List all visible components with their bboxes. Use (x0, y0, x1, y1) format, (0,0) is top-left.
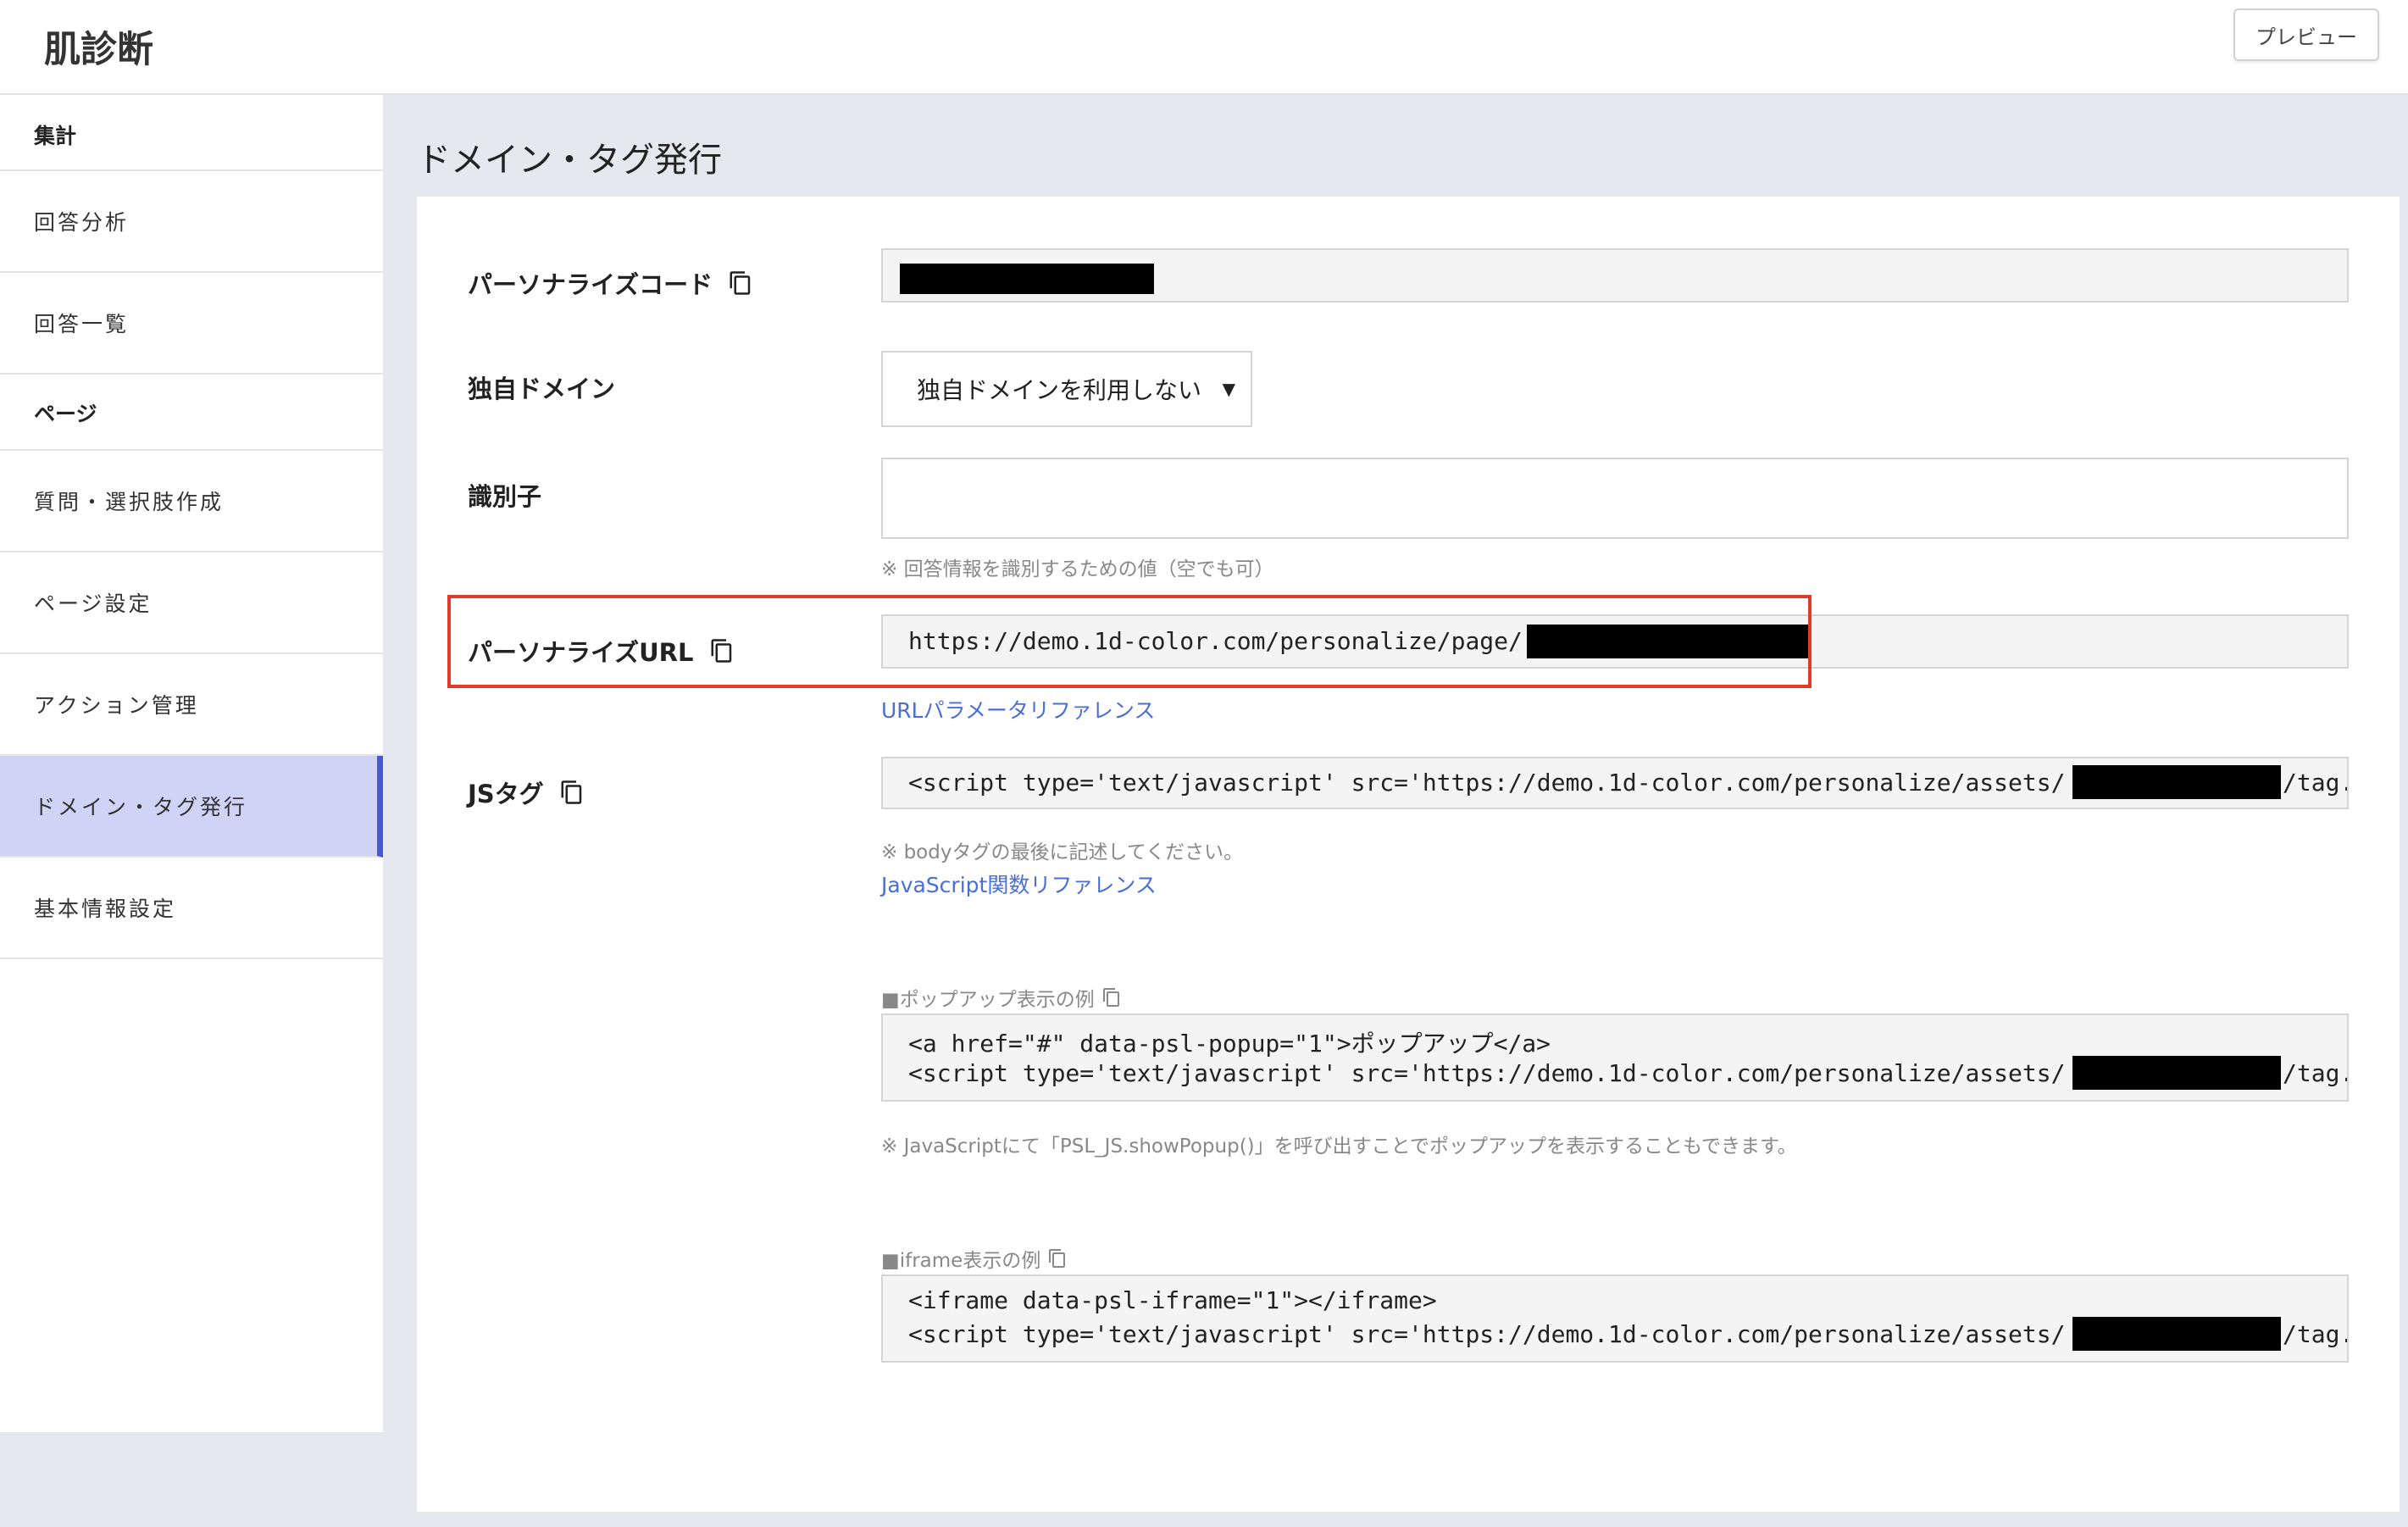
popup-example-code[interactable]: <a href="#" data-psl-popup="1">ポップアップ</a… (881, 1013, 2349, 1102)
iframe-example-label: ■iframe表示の例 (881, 1244, 1068, 1273)
sidebar-item-answer-analysis[interactable]: 回答分析 (0, 171, 383, 273)
copy-icon[interactable] (559, 779, 585, 806)
redacted-block (1527, 625, 1812, 658)
js-tag-label: JSタグ (468, 775, 585, 810)
redacted-block (2072, 1056, 2281, 1090)
custom-domain-label: 独自ドメイン (468, 375, 616, 403)
chevron-down-icon: ▼ (1222, 379, 1235, 399)
redacted-block (900, 264, 1154, 294)
personalize-code-field[interactable] (881, 248, 2349, 303)
redacted-block (2072, 1317, 2281, 1351)
js-tag-label-text: JSタグ (468, 780, 544, 808)
app-title: 肌診断 (44, 29, 153, 71)
personalize-url-label-text: パーソナライズURL (468, 638, 694, 667)
popup-example-label-text: ■ポップアップ表示の例 (881, 989, 1095, 1011)
popup-example-hint: ※ JavaScriptにて「PSL_JS.showPopup()」を呼び出すこ… (881, 1136, 1797, 1158)
sidebar-item-action-management[interactable]: アクション管理 (0, 654, 383, 756)
popup-example-label: ■ポップアップ表示の例 (881, 983, 1122, 1012)
sidebar-item-domain-tag[interactable]: ドメイン・タグ発行 (0, 756, 383, 858)
sidebar-item-answer-list[interactable]: 回答一覧 (0, 273, 383, 375)
iframe-example-code[interactable]: <iframe data-psl-iframe="1"></iframe> <s… (881, 1274, 2349, 1363)
sidebar: 集計 回答分析 回答一覧 ページ 質問・選択肢作成 ページ設定 アクション管理 … (0, 95, 383, 1432)
custom-domain-select[interactable]: 独自ドメインを利用しない ▼ (881, 351, 1252, 427)
sidebar-section-aggregate: 集計 (0, 95, 383, 171)
redacted-block (2072, 765, 2281, 799)
identifier-input[interactable] (881, 458, 2349, 539)
copy-icon[interactable] (1047, 1247, 1068, 1269)
sidebar-item-questions[interactable]: 質問・選択肢作成 (0, 451, 383, 552)
custom-domain-selected: 独自ドメインを利用しない (917, 376, 1202, 404)
copy-icon[interactable] (709, 637, 735, 664)
sidebar-item-basic-settings[interactable]: 基本情報設定 (0, 858, 383, 959)
copy-icon[interactable] (1101, 986, 1122, 1008)
personalize-code-label-text: パーソナライズコード (468, 270, 713, 299)
sidebar-item-page-settings[interactable]: ページ設定 (0, 552, 383, 654)
iframe-example-label-text: ■iframe表示の例 (881, 1250, 1041, 1272)
identifier-label: 識別子 (468, 482, 542, 511)
personalize-url-field[interactable]: https://demo.1d-color.com/personalize/pa… (881, 614, 2349, 669)
identifier-hint: ※ 回答情報を識別するための値（空でも可） (881, 558, 1274, 580)
url-parameter-reference-link[interactable]: URLパラメータリファレンス (881, 694, 1155, 725)
sidebar-section-page: ページ (0, 375, 383, 451)
js-tag-field[interactable]: <script type='text/javascript' src='http… (881, 757, 2349, 809)
app-header: 肌診断 プレビュー (0, 0, 2408, 95)
copy-icon[interactable] (728, 269, 753, 297)
js-tag-hint: ※ bodyタグの最後に記述してください。 (881, 841, 1244, 863)
personalize-url-label: パーソナライズURL (468, 633, 735, 669)
personalize-code-label: パーソナライズコード (468, 265, 753, 301)
page-title: ドメイン・タグ発行 (417, 141, 722, 180)
javascript-reference-link[interactable]: JavaScript関数リファレンス (881, 869, 1157, 899)
preview-button[interactable]: プレビュー (2233, 8, 2379, 61)
